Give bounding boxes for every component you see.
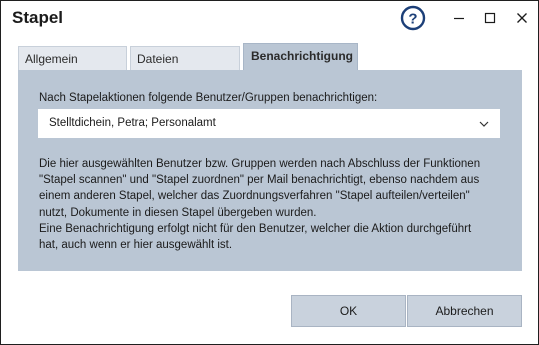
recipients-dropdown[interactable]: Stelltdichein, Petra; Personalamt bbox=[38, 109, 500, 138]
tab-dateien[interactable]: Dateien bbox=[130, 46, 240, 71]
close-icon bbox=[517, 13, 527, 23]
minimize-button[interactable] bbox=[442, 4, 476, 32]
description-line: "Stapel scannen" und "Stapel zuordnen" p… bbox=[39, 174, 480, 187]
tab-benachrichtigung[interactable]: Benachrichtigung bbox=[243, 43, 358, 71]
description-line: hat, auch wenn er hier ausgewählt ist. bbox=[39, 239, 233, 252]
stapel-dialog: Stapel ? Allgemein Dateien Benachrichtig… bbox=[0, 0, 539, 345]
description-text: Die hier ausgewählten Benutzer bzw. Grup… bbox=[39, 156, 509, 253]
notification-panel: Nach Stapelaktionen folgende Benutzer/Gr… bbox=[18, 70, 522, 271]
ok-button[interactable]: OK bbox=[291, 295, 406, 327]
close-button[interactable] bbox=[506, 4, 538, 32]
recipients-label: Nach Stapelaktionen folgende Benutzer/Gr… bbox=[39, 92, 378, 104]
maximize-icon bbox=[484, 12, 496, 24]
description-line: Eine Benachrichtigung erfolgt nicht für … bbox=[39, 222, 472, 235]
dialog-title: Stapel bbox=[12, 8, 64, 27]
minimize-icon bbox=[454, 17, 464, 20]
chevron-down-icon bbox=[479, 121, 489, 127]
maximize-button[interactable] bbox=[473, 4, 507, 32]
title-bar[interactable]: Stapel ? bbox=[1, 1, 538, 37]
recipients-value: Stelltdichein, Petra; Personalamt bbox=[49, 117, 216, 129]
tab-allgemein[interactable]: Allgemein bbox=[18, 46, 127, 71]
help-button[interactable]: ? bbox=[395, 4, 431, 32]
description-line: einem anderen Stapel, welcher das Zuordn… bbox=[39, 190, 470, 203]
svg-text:?: ? bbox=[408, 11, 417, 28]
question-circle-icon: ? bbox=[400, 5, 426, 31]
description-line: nutzt, Dokumente in diesen Stapel überge… bbox=[39, 206, 317, 219]
description-line: Die hier ausgewählten Benutzer bzw. Grup… bbox=[39, 158, 481, 170]
cancel-button[interactable]: Abbrechen bbox=[407, 295, 522, 327]
